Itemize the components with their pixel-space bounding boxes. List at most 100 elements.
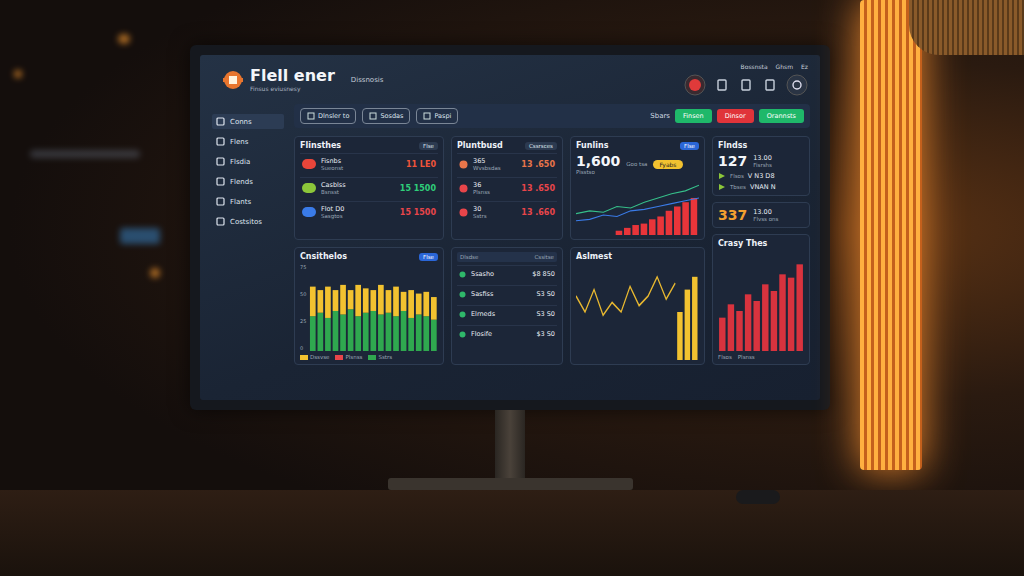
chart-bar <box>632 225 639 235</box>
flndss-value: 127 <box>718 153 747 169</box>
chart-bar <box>641 224 648 235</box>
page-icon <box>216 217 225 226</box>
tool-icon[interactable] <box>714 77 730 93</box>
alert-icon[interactable] <box>684 74 706 96</box>
toolbar-label: Sbars <box>650 112 670 120</box>
status-dot-icon <box>459 311 466 318</box>
sidebar-item[interactable]: Flends <box>212 174 284 189</box>
sidebar-item[interactable]: Flens <box>212 134 284 149</box>
flndss-card: Flndss 127 13.00 Fisrshs Flsos V N3 D8 T… <box>712 136 810 196</box>
chart-bar <box>356 316 362 351</box>
toolbar-tab[interactable]: Sosdas <box>362 108 410 124</box>
top-link[interactable]: Bossnsta <box>741 63 768 70</box>
nav-link[interactable]: Dissnosis <box>351 76 384 84</box>
action-button[interactable]: Finsen <box>675 109 712 123</box>
chart-bar <box>779 274 785 351</box>
chart-bar <box>431 320 437 351</box>
badge: Flse <box>680 142 699 150</box>
top-link[interactable]: Ez <box>801 63 808 70</box>
chart-bar <box>685 290 690 360</box>
list-row[interactable]: Ssasho $8 850 <box>457 265 557 282</box>
app-title: Flell ener <box>250 67 335 85</box>
top-link[interactable]: Ghsm <box>776 63 793 70</box>
chart-bar <box>363 288 369 312</box>
chart-bar <box>753 301 759 351</box>
chart-bar <box>745 294 751 351</box>
fund-value: 1,600 <box>576 153 620 169</box>
list-row[interactable]: Sasfiss S3 S0 <box>457 285 557 302</box>
brand: Flell ener Finsus eviusnesy Dissnosis <box>220 67 383 93</box>
badge: Flse <box>419 253 438 261</box>
list-row[interactable]: Flosife $3 S0 <box>457 325 557 342</box>
chart-bar <box>666 211 673 235</box>
chart-bar <box>416 314 422 351</box>
crasy-chart <box>718 251 804 351</box>
page-icon <box>216 137 225 146</box>
aslmest-card: Aslmest <box>570 247 705 365</box>
chart-bar <box>424 292 430 316</box>
mouse[interactable] <box>736 490 780 504</box>
dashboard-screen: Flell ener Finsus eviusnesy Dissnosis Bo… <box>200 55 820 400</box>
asset-row[interactable]: 365Wvsbsdas 13 .650 <box>457 153 557 174</box>
app-subtitle: Finsus eviusnesy <box>250 85 335 92</box>
flndss-caption: Fisrshs <box>753 162 772 168</box>
card-title: Crasy Thes <box>718 239 804 248</box>
legend-swatch-icon <box>300 355 308 360</box>
stat-caption: Flvss ons <box>753 216 778 222</box>
chart-bar <box>728 304 734 351</box>
asset-row[interactable]: CasblssBsnsst 15 1500 <box>300 177 438 198</box>
sidebar-item[interactable]: Flsdia <box>212 154 284 169</box>
crasy-card: Crasy Thes FlsosPlsnss <box>712 234 810 365</box>
aslmest-chart <box>576 264 699 360</box>
chart-bar <box>325 287 331 318</box>
tool-icon[interactable] <box>762 77 778 93</box>
funlins-card: Funlins Flse 1,600 Pisstso Goo tsa Fyabs <box>570 136 705 240</box>
action-button[interactable]: Dinsor <box>717 109 754 123</box>
flndss-row[interactable]: Tbses VNAN N <box>718 183 804 191</box>
chart-bar <box>348 290 354 309</box>
chart-bar <box>431 297 437 320</box>
chart-bar <box>677 312 682 360</box>
page-icon <box>216 197 225 206</box>
asset-row[interactable]: 30Sstrs 13 .660 <box>457 201 557 222</box>
asset-row[interactable]: 36Plsnss 13 .650 <box>457 177 557 198</box>
chart-bar <box>771 291 777 351</box>
chart-bar <box>424 316 430 351</box>
chart-bar <box>378 285 384 315</box>
play-icon <box>718 172 726 180</box>
card-title: Flndss <box>718 141 747 150</box>
asset-row[interactable]: FisnbsSueonst 11 LE0 <box>300 153 438 174</box>
chart-bar <box>649 219 656 235</box>
chart-bar <box>318 313 324 351</box>
stat-value: 337 <box>718 207 747 223</box>
flndss-row[interactable]: Flsos V N3 D8 <box>718 172 804 180</box>
room-scene: Flell ener Finsus eviusnesy Dissnosis Bo… <box>0 0 1024 576</box>
logo-icon <box>220 67 246 93</box>
chart-bar <box>371 311 377 351</box>
tool-icon[interactable] <box>738 77 754 93</box>
chart-bar <box>682 202 689 235</box>
chart-bar <box>341 314 347 351</box>
fund-pill[interactable]: Fyabs <box>653 160 682 169</box>
chart-bar <box>719 318 725 351</box>
asset-row[interactable]: Flot D0Sasgtos 15 1500 <box>300 201 438 222</box>
sidebar-item[interactable]: Conns <box>212 114 284 129</box>
chart-bar <box>788 278 794 351</box>
brand-logo-icon <box>302 183 316 193</box>
profile-icon[interactable] <box>786 74 808 96</box>
toolbar-tab[interactable]: Paspi <box>416 108 458 124</box>
fund-note: Goo tsa <box>626 161 647 167</box>
list-row[interactable]: Elrneds S3 S0 <box>457 305 557 322</box>
chart-line <box>576 185 699 214</box>
sidebar-item[interactable]: Costsitos <box>212 214 284 229</box>
header: Flell ener Finsus eviusnesy Dissnosis Bo… <box>200 55 820 100</box>
card-title: Cnsithelos <box>300 252 347 261</box>
toolbar: Dlnsler to Sosdas Paspi Sbars Finsen Dins… <box>294 104 810 128</box>
toolbar-tab[interactable]: Dlnsler to <box>300 108 356 124</box>
legend-item: Sstrs <box>368 354 392 360</box>
action-button[interactable]: Orannsts <box>759 109 804 123</box>
sidebar-item[interactable]: Flants <box>212 194 284 209</box>
chart-line <box>576 198 699 221</box>
list-card: DlsdseCssitse Ssasho $8 850 Sasfiss S3 S… <box>451 247 563 365</box>
status-dot-icon <box>459 271 466 278</box>
